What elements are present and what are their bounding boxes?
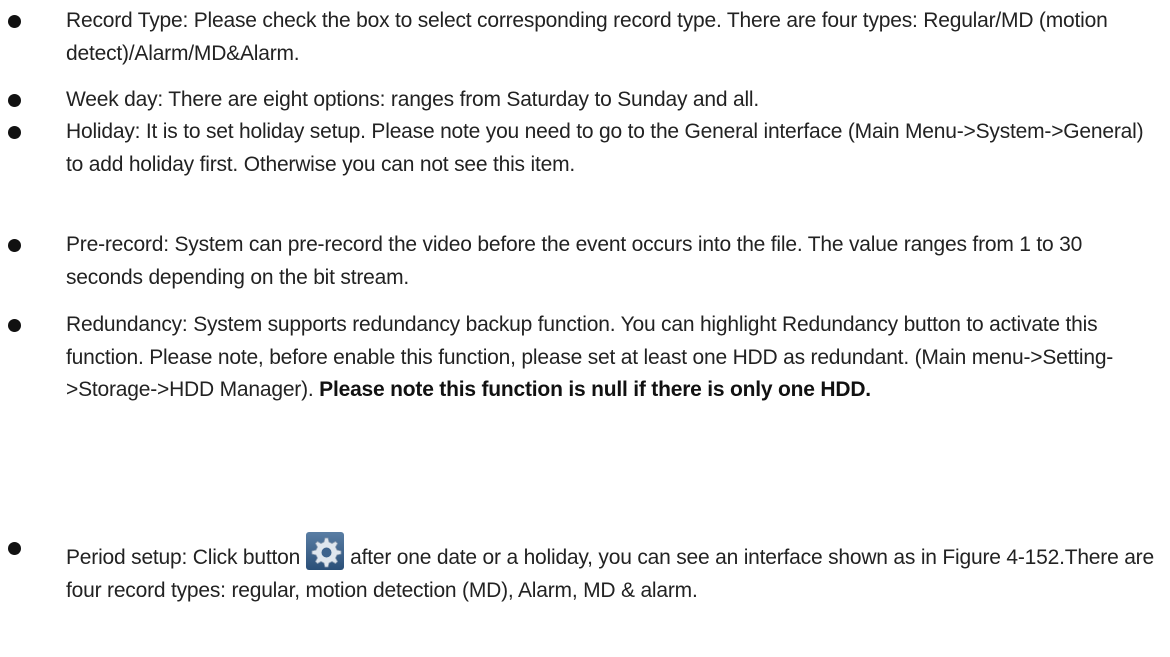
document-page: Record Type: Please check the box to sel… xyxy=(0,0,1170,657)
list-item-record-type: Record Type: Please check the box to sel… xyxy=(8,5,1156,70)
bullet-icon xyxy=(8,126,21,139)
list-item-text: Holiday: It is to set holiday setup. Ple… xyxy=(66,120,1144,176)
bullet-icon xyxy=(8,239,21,252)
list-item-pre-record: Pre-record: System can pre-record the vi… xyxy=(8,229,1156,294)
list-item-redundancy: Redundancy: System supports redundancy b… xyxy=(8,309,1156,407)
list-item-text: Week day: There are eight options: range… xyxy=(66,88,760,111)
list-item-period-setup: Period setup: Click button after one dat… xyxy=(8,532,1156,607)
bullet-icon xyxy=(8,542,21,555)
bullet-icon xyxy=(8,94,21,107)
list-item-text: Period setup: Click button after one dat… xyxy=(66,532,1156,607)
list-item-text: Pre-record: System can pre-record the vi… xyxy=(66,233,1083,289)
bullet-icon xyxy=(8,15,21,28)
list-item-text: Record Type: Please check the box to sel… xyxy=(66,9,1108,65)
period-setup-text-before: Period setup: Click button xyxy=(66,546,301,569)
list-item-holiday: Holiday: It is to set holiday setup. Ple… xyxy=(8,116,1156,181)
redundancy-note: Please note this function is null if the… xyxy=(319,378,871,401)
list-item-text: Redundancy: System supports redundancy b… xyxy=(66,309,1156,407)
list-item-week-day: Week day: There are eight options: range… xyxy=(8,84,1156,117)
gear-icon xyxy=(306,532,345,570)
bullet-icon xyxy=(8,319,21,332)
